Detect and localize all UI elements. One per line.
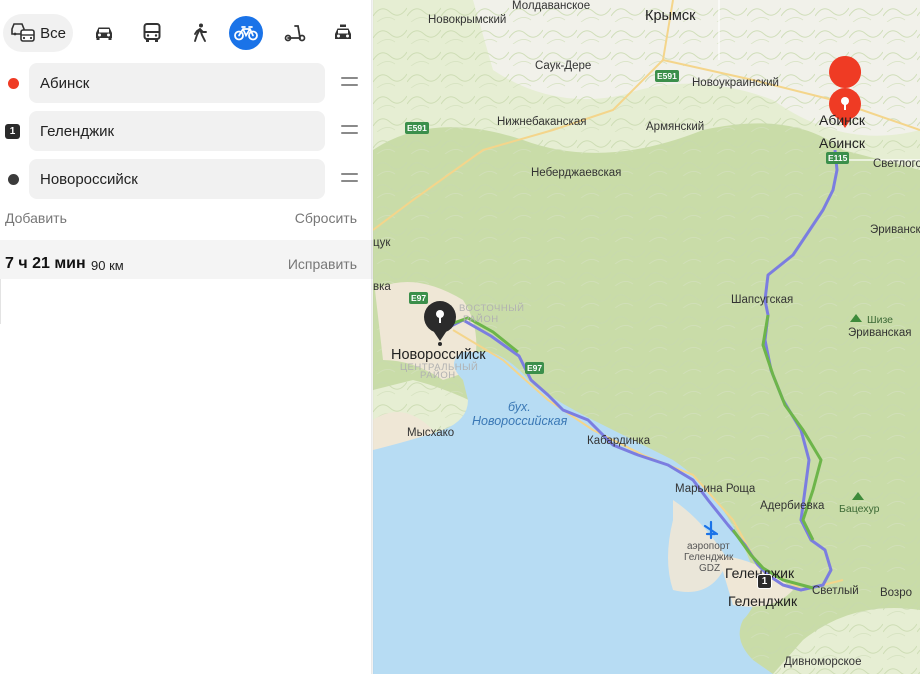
reset-route-button[interactable]: Сбросить [295, 210, 357, 226]
map-label: бух. [508, 400, 531, 414]
map-label: Нижнебаканская [497, 116, 587, 128]
bike-icon [234, 25, 258, 41]
map-label: РАЙОН [420, 370, 456, 381]
map-label: Мысхако [407, 427, 455, 439]
app: Все Абинск 1 Геленджик Новороссийск Доба… [0, 0, 920, 674]
road-shield: E591 [655, 70, 679, 82]
map-label: Новокрымский [428, 14, 507, 26]
map-label: Абинск [819, 112, 866, 128]
map-label: Кабардинка [587, 435, 651, 447]
waypoint-start-input[interactable] [29, 63, 325, 103]
panel-shadow [371, 0, 374, 674]
transport-modes: Все [3, 14, 368, 52]
map-label: Неберджаевская [531, 167, 622, 179]
waypoint-row-end [0, 159, 373, 201]
map-label: Возро [880, 587, 913, 599]
waypoint-1-input[interactable] [29, 111, 325, 151]
multimodal-icon [10, 23, 36, 43]
map-label: ВОСТОЧНЫЙ [459, 303, 525, 314]
route-panel: Все Абинск 1 Геленджик Новороссийск Доба… [0, 0, 373, 674]
route-time: 7 ч 21 мин [5, 255, 86, 272]
waypoint-row-1: 1 [0, 111, 373, 153]
map-label: Геленджик [728, 593, 798, 609]
map-label: Молдаванское [512, 0, 591, 12]
map-label: Эриванская [848, 327, 912, 339]
map-label: Геленджик [684, 552, 734, 563]
waypoint-number-badge: 1 [5, 124, 20, 139]
map-label: Новороссийская [472, 414, 568, 428]
map-base [373, 0, 920, 674]
map-label: Шапсугская [731, 294, 794, 306]
map-label: Дивноморское [784, 656, 862, 668]
map-label: Светлогор [873, 158, 920, 170]
report-error-link[interactable]: Исправить [288, 256, 357, 272]
map-label: РАЙОН [463, 314, 499, 325]
divider [0, 279, 1, 324]
start-point-icon [8, 78, 19, 89]
car-icon [94, 25, 114, 41]
waypoint-row-start [0, 63, 373, 105]
map-label: вка [373, 281, 391, 293]
mode-bus-button[interactable] [133, 14, 171, 52]
waypoint-end-input[interactable] [29, 159, 325, 199]
walk-icon [192, 23, 208, 43]
taxi-icon [333, 24, 353, 42]
mode-all-label: Все [40, 24, 66, 42]
drag-handle-icon[interactable] [341, 77, 358, 89]
map-label: Светлый [812, 585, 859, 597]
bus-icon [143, 23, 161, 43]
road-shield: E97 [525, 362, 545, 374]
route-distance: 90 км [91, 258, 124, 273]
drag-handle-icon[interactable] [341, 173, 358, 185]
road-shield: E591 [405, 122, 429, 134]
mode-taxi-button[interactable] [324, 14, 362, 52]
route-summary[interactable]: 7 ч 21 мин 90 км Исправить [0, 240, 373, 279]
scooter-icon [284, 24, 306, 42]
waypoint-1-marker[interactable]: 1 [757, 574, 772, 589]
map-canvas[interactable]: Молдаванское Новокрымский Крымск Саук-Де… [373, 0, 920, 674]
road-shield: E115 [826, 152, 850, 164]
mode-all-button[interactable]: Все [3, 14, 73, 52]
map-label: Бацехур [839, 503, 880, 515]
map-label: GDZ [699, 563, 721, 574]
map-label: Крымск [645, 8, 696, 24]
map-label: цук [373, 237, 391, 249]
map-label: Новороссийск [391, 347, 486, 363]
end-point-icon [8, 174, 19, 185]
mode-bike-button[interactable] [229, 16, 263, 50]
drag-handle-icon[interactable] [341, 125, 358, 137]
map-label: Новоукраинский [692, 77, 779, 89]
mode-walk-button[interactable] [181, 14, 219, 52]
map-label: Адербиевка [760, 500, 825, 512]
road-shield: E97 [409, 292, 429, 304]
map-label: Эриванск [870, 224, 920, 236]
map-label: Абинск [819, 135, 866, 151]
map-label: аэропорт [687, 541, 730, 552]
map-label: Шизе [867, 314, 894, 326]
mode-car-button[interactable] [85, 14, 123, 52]
map-label: Саук-Дере [535, 60, 592, 72]
map-label: Армянский [646, 121, 705, 133]
map-label: Марьина Роща [675, 483, 756, 495]
add-waypoint-button[interactable]: Добавить [5, 210, 67, 226]
mode-scooter-button[interactable] [276, 14, 314, 52]
